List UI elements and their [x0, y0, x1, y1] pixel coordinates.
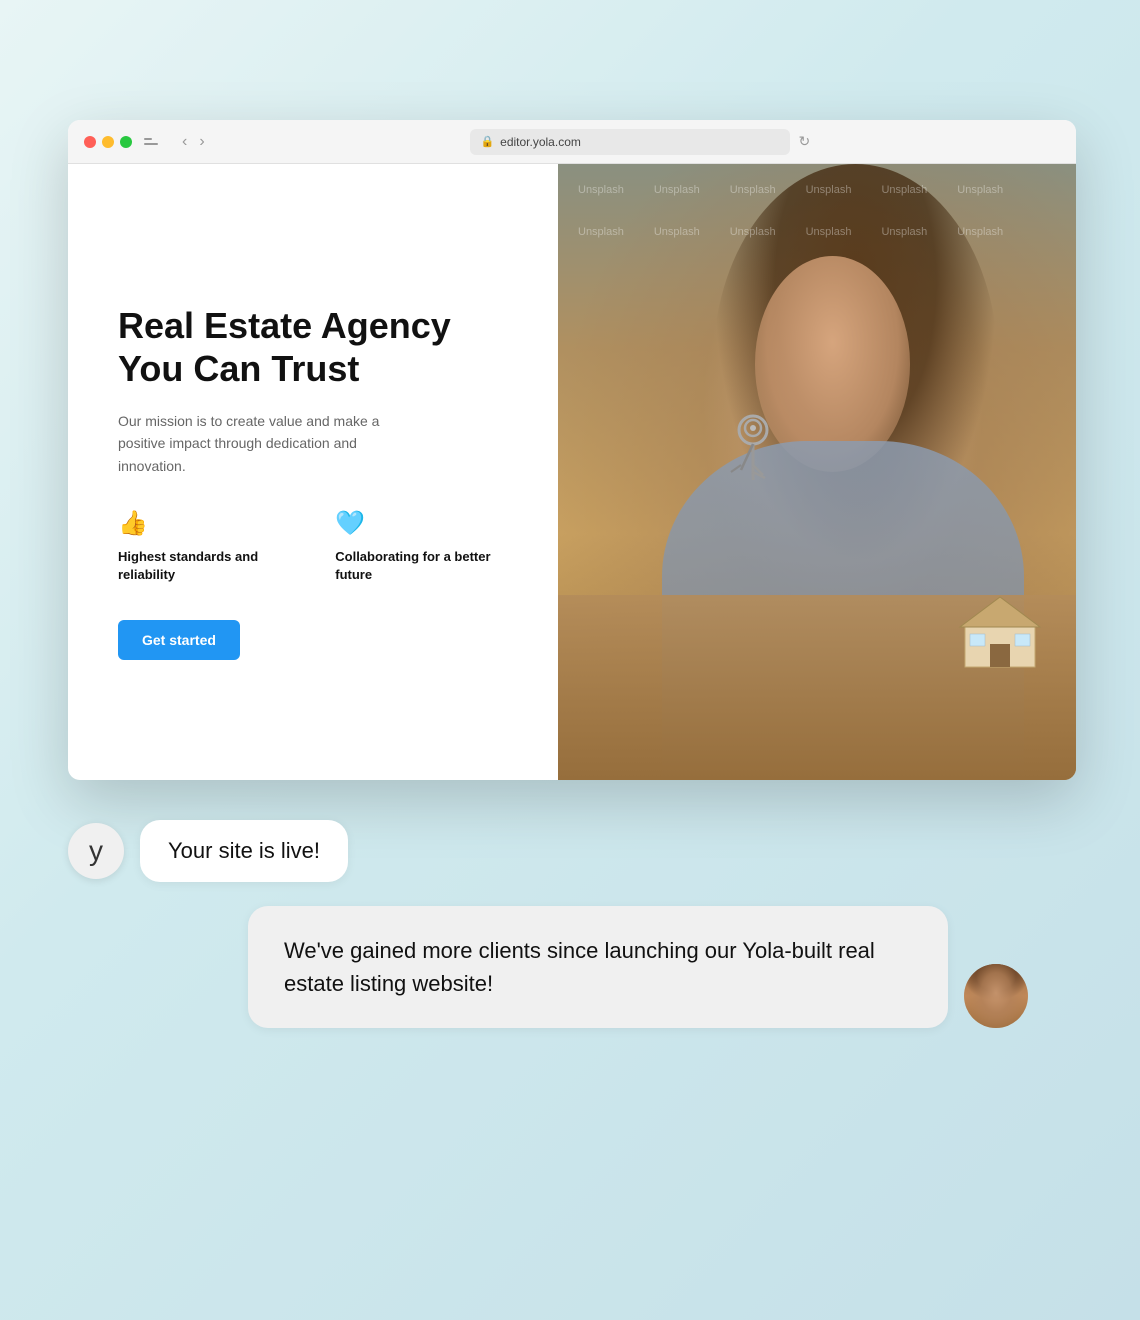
forward-button[interactable]: › [195, 131, 208, 153]
heart-icon: 🩵 [335, 509, 508, 538]
minimize-button[interactable] [102, 136, 114, 148]
nav-arrows: ‹ › [178, 131, 209, 153]
yola-avatar: y [68, 823, 124, 879]
chat-section: y Your site is live! We've gained more c… [68, 820, 1028, 1028]
maximize-button[interactable] [120, 136, 132, 148]
lock-icon: 🔒 [480, 135, 494, 148]
address-bar[interactable]: 🔒 editor.yola.com [470, 129, 790, 155]
sidebar-toggle-button[interactable] [144, 134, 166, 150]
browser-toolbar: ‹ › 🔒 editor.yola.com ↻ [68, 120, 1076, 164]
address-bar-wrapper: 🔒 editor.yola.com ↻ [221, 129, 1060, 155]
features-row: 👍 Highest standards and reliability 🩵 Co… [118, 509, 508, 584]
reload-button[interactable]: ↻ [798, 129, 810, 155]
close-button[interactable] [84, 136, 96, 148]
user-avatar [964, 964, 1028, 1028]
chat-bubble-received: Your site is live! [140, 820, 348, 882]
chat-message-sent: We've gained more clients since launchin… [68, 906, 1028, 1028]
url-text: editor.yola.com [500, 135, 581, 149]
website-hero-image: Unsplash Unsplash Unsplash Unsplash Unsp… [558, 164, 1076, 780]
keys-element [713, 410, 793, 510]
website-content: Real Estate Agency You Can Trust Our mis… [68, 164, 1076, 780]
hero-subtitle: Our mission is to create value and make … [118, 410, 398, 477]
back-button[interactable]: ‹ [178, 131, 191, 153]
traffic-lights [84, 136, 132, 148]
chat-bubble-sent: We've gained more clients since launchin… [248, 906, 948, 1028]
chat-message-received: y Your site is live! [68, 820, 1028, 882]
website-left-panel: Real Estate Agency You Can Trust Our mis… [68, 164, 558, 780]
feature-1-label: Highest standards and reliability [118, 548, 295, 584]
feature-2-label: Collaborating for a better future [335, 548, 508, 584]
thumbs-up-icon: 👍 [118, 509, 295, 538]
sent-message-text: We've gained more clients since launchin… [284, 938, 875, 996]
feature-1: 👍 Highest standards and reliability [118, 509, 295, 584]
house-model [950, 589, 1050, 669]
feature-2: 🩵 Collaborating for a better future [335, 509, 508, 584]
browser-window: ‹ › 🔒 editor.yola.com ↻ Real Estate Agen… [68, 120, 1076, 780]
get-started-button[interactable]: Get started [118, 620, 240, 660]
hero-title: Real Estate Agency You Can Trust [118, 304, 508, 390]
received-message-text: Your site is live! [168, 838, 320, 863]
user-avatar-face [964, 964, 1028, 1028]
